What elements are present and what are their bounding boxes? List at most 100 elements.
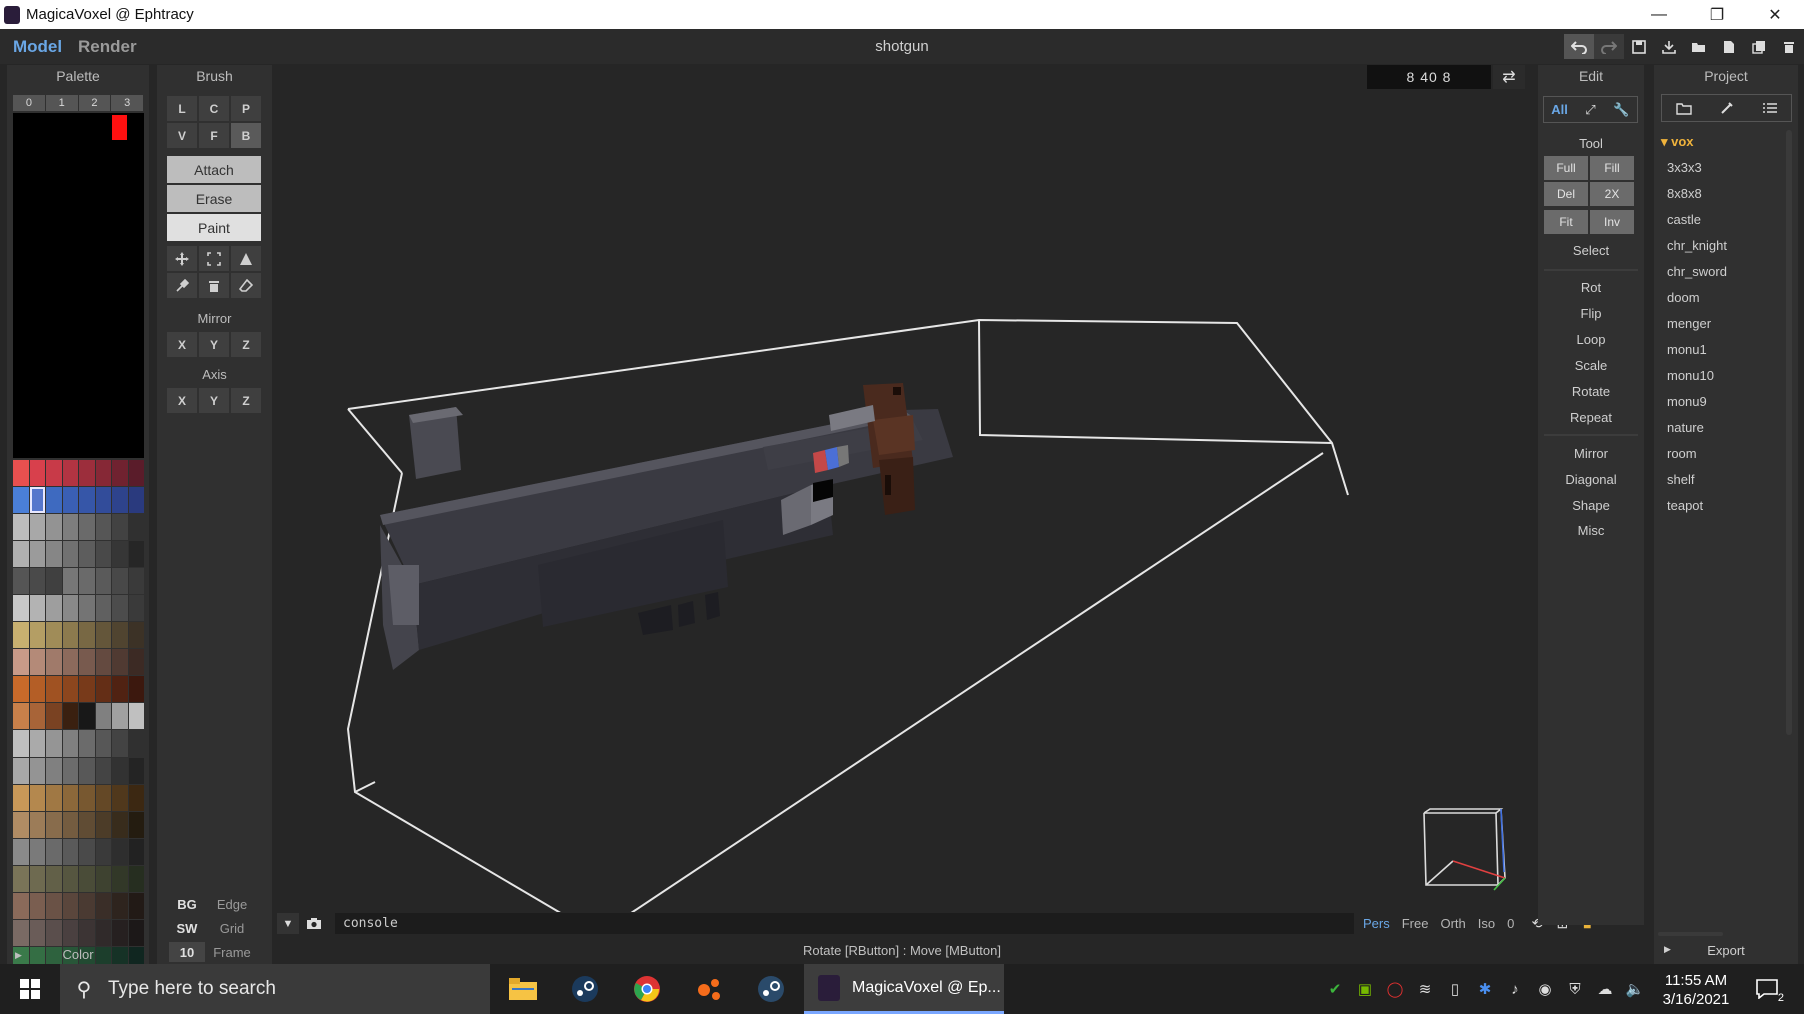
- palette-swatch[interactable]: [95, 919, 111, 946]
- palette-swatch[interactable]: [128, 757, 144, 784]
- palette-swatch[interactable]: [62, 487, 78, 514]
- palette-swatch[interactable]: [79, 757, 95, 784]
- palette-swatch[interactable]: [112, 514, 128, 541]
- palette-swatch[interactable]: [128, 919, 144, 946]
- palette-swatch[interactable]: [95, 811, 111, 838]
- edge-toggle[interactable]: Edge: [207, 897, 257, 912]
- chrome-icon[interactable]: [630, 972, 664, 1006]
- palette-swatch[interactable]: [79, 811, 95, 838]
- palette-swatch[interactable]: [62, 838, 78, 865]
- palette-swatch[interactable]: [29, 595, 45, 622]
- palette-swatch[interactable]: [128, 676, 144, 703]
- usb-device-icon[interactable]: ▯: [1440, 980, 1470, 998]
- palette-tab-0[interactable]: 0: [13, 95, 45, 111]
- palette-swatch[interactable]: [128, 487, 144, 514]
- palette-swatch[interactable]: [79, 784, 95, 811]
- palette-swatch[interactable]: [29, 865, 45, 892]
- palette-swatch[interactable]: [29, 838, 45, 865]
- tool-fill-button[interactable]: Fill: [1590, 156, 1634, 180]
- tool-full-button[interactable]: Full: [1544, 156, 1588, 180]
- list-icon[interactable]: [1748, 95, 1791, 121]
- scene-canvas[interactable]: [273, 65, 1530, 914]
- network-icon[interactable]: ≋: [1410, 980, 1440, 998]
- palette-swatch[interactable]: [13, 865, 29, 892]
- palette-swatch[interactable]: [79, 487, 95, 514]
- project-file-item[interactable]: 3x3x3: [1657, 155, 1782, 181]
- palette-swatch[interactable]: [95, 514, 111, 541]
- swap-axes-icon[interactable]: ⇄: [1493, 65, 1525, 89]
- palette-swatch[interactable]: [13, 838, 29, 865]
- project-file-item[interactable]: nature: [1657, 415, 1782, 441]
- mirror-z-button[interactable]: Z: [231, 332, 261, 357]
- export-expand-icon[interactable]: ▶: [1664, 944, 1671, 955]
- voxel-dimensions-readout[interactable]: 8 40 8: [1367, 65, 1491, 89]
- project-file-item[interactable]: monu10: [1657, 363, 1782, 389]
- palette-swatch[interactable]: [62, 703, 78, 730]
- palette-swatch[interactable]: [112, 649, 128, 676]
- palette-swatch[interactable]: [29, 568, 45, 595]
- project-scrollbar[interactable]: [1786, 130, 1792, 735]
- palette-swatch[interactable]: [13, 460, 29, 487]
- view-orth[interactable]: Orth: [1440, 916, 1465, 931]
- face-icon[interactable]: [231, 246, 261, 271]
- palette-swatch[interactable]: [112, 622, 128, 649]
- expand-icon[interactable]: ⤢: [1575, 97, 1606, 122]
- project-file-item[interactable]: room: [1657, 441, 1782, 467]
- palette-swatch[interactable]: [128, 514, 144, 541]
- loop-button[interactable]: Loop: [1538, 332, 1644, 347]
- palette-preview[interactable]: [13, 113, 144, 458]
- palette-swatch[interactable]: [95, 730, 111, 757]
- palette-swatch[interactable]: [112, 892, 128, 919]
- palette-swatch[interactable]: [112, 541, 128, 568]
- brush-shape-l[interactable]: L: [167, 96, 197, 121]
- origin-icon[interactable]: [692, 972, 726, 1006]
- view-angle-value[interactable]: 0: [1507, 916, 1514, 931]
- palette-swatch[interactable]: [13, 757, 29, 784]
- eraser-icon[interactable]: [231, 273, 261, 298]
- rot-button[interactable]: Rot: [1538, 280, 1644, 295]
- palette-swatch[interactable]: [46, 892, 62, 919]
- project-file-item[interactable]: teapot: [1657, 493, 1782, 519]
- taskbar-clock[interactable]: 11:55 AM 3/16/2021: [1656, 971, 1736, 1009]
- orientation-cube[interactable]: [1423, 808, 1506, 891]
- security-check-icon[interactable]: ✔: [1320, 980, 1350, 998]
- palette-swatch[interactable]: [29, 622, 45, 649]
- opera-icon[interactable]: ◯: [1380, 980, 1410, 998]
- palette-swatch[interactable]: [46, 487, 62, 514]
- attach-button[interactable]: Attach: [167, 156, 261, 183]
- palette-swatch[interactable]: [46, 460, 62, 487]
- minimize-button[interactable]: —: [1630, 0, 1688, 29]
- palette-swatch-selected[interactable]: [29, 487, 45, 514]
- palette-swatch[interactable]: [29, 703, 45, 730]
- palette-swatch[interactable]: [95, 595, 111, 622]
- trash-icon[interactable]: [199, 273, 229, 298]
- palette-swatch[interactable]: [79, 892, 95, 919]
- palette-swatch[interactable]: [62, 811, 78, 838]
- undo-icon[interactable]: [1564, 34, 1594, 59]
- palette-swatch[interactable]: [13, 649, 29, 676]
- palette-swatch[interactable]: [112, 784, 128, 811]
- palette-swatch[interactable]: [46, 784, 62, 811]
- palette-swatch[interactable]: [29, 757, 45, 784]
- palette-swatch[interactable]: [62, 514, 78, 541]
- palette-swatch[interactable]: [112, 730, 128, 757]
- palette-swatch[interactable]: [46, 568, 62, 595]
- palette-swatch[interactable]: [112, 676, 128, 703]
- palette-swatch[interactable]: [29, 811, 45, 838]
- open-icon[interactable]: [1684, 34, 1714, 59]
- palette-swatch[interactable]: [13, 622, 29, 649]
- 3d-viewport[interactable]: [273, 65, 1530, 914]
- defender-icon[interactable]: ⛨: [1560, 981, 1590, 998]
- palette-swatch[interactable]: [13, 703, 29, 730]
- eyedropper-icon[interactable]: [167, 273, 197, 298]
- axis-y-button[interactable]: Y: [199, 388, 229, 413]
- select-box-icon[interactable]: [199, 246, 229, 271]
- axis-z-button[interactable]: Z: [231, 388, 261, 413]
- palette-swatch[interactable]: [46, 595, 62, 622]
- mirror-x-button[interactable]: X: [167, 332, 197, 357]
- close-button[interactable]: ✕: [1746, 0, 1804, 29]
- project-file-item[interactable]: chr_sword: [1657, 259, 1782, 285]
- file-explorer-icon[interactable]: [506, 972, 540, 1006]
- tool-fit-button[interactable]: Fit: [1544, 210, 1588, 234]
- palette-swatch[interactable]: [95, 784, 111, 811]
